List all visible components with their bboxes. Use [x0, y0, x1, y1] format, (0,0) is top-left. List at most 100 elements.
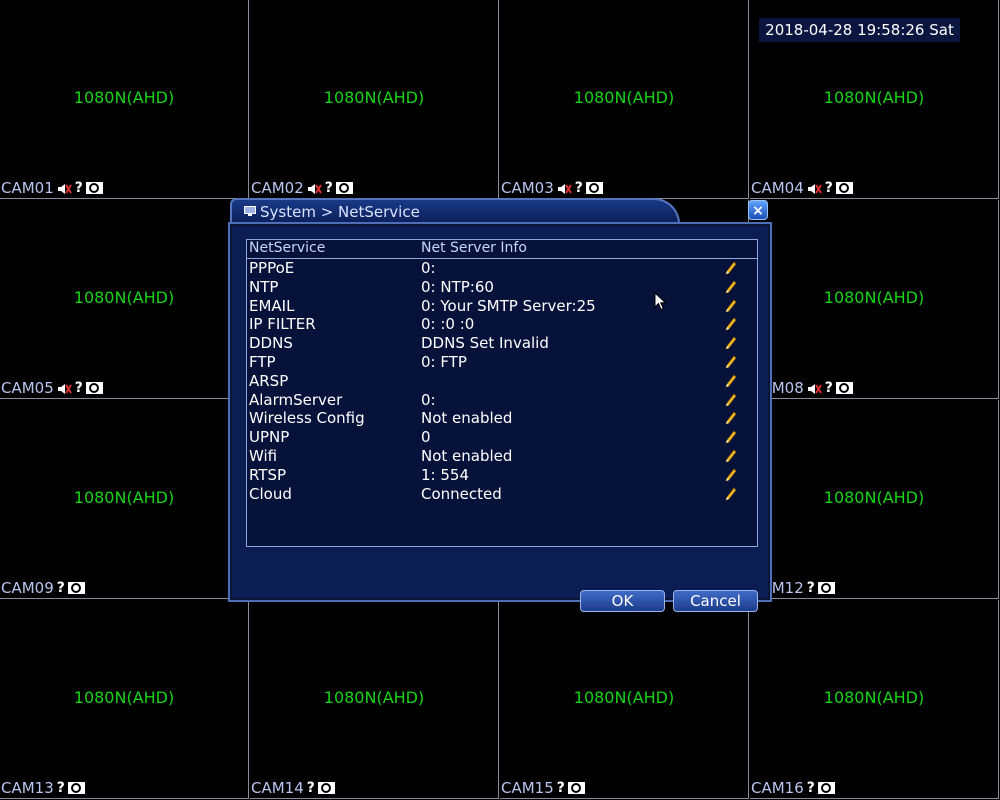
no-video-icon: ? — [574, 180, 583, 196]
list-item[interactable]: AlarmServer 0: — [247, 391, 757, 410]
service-name: UPNP — [249, 428, 290, 447]
camera-label: CAM14? — [251, 779, 335, 797]
list-item[interactable]: DDNS DDNS Set Invalid — [247, 334, 757, 353]
list-item[interactable]: RTSP 1: 554 — [247, 466, 757, 485]
edit-pencil-icon[interactable] — [725, 355, 737, 369]
edit-pencil-icon[interactable] — [725, 411, 737, 425]
no-video-icon: ? — [306, 780, 315, 796]
edit-pencil-icon[interactable] — [725, 299, 737, 313]
netservice-dialog: System > NetService × NetService Net Ser… — [228, 198, 772, 612]
list-item[interactable]: FTP 0: FTP — [247, 353, 757, 372]
monitor-icon — [244, 206, 256, 216]
camera-name: CAM02 — [251, 179, 304, 197]
no-video-icon: ? — [806, 780, 815, 796]
camera-tile[interactable]: 1080N(AHD) CAM12? — [750, 400, 999, 599]
resolution-label: 1080N(AHD) — [73, 488, 175, 507]
record-icon — [67, 782, 85, 794]
list-item[interactable]: PPPoE 0: — [247, 259, 757, 278]
camera-tile[interactable]: 1080N(AHD) CAM14? — [250, 600, 499, 799]
list-item[interactable]: EMAIL 0: Your SMTP Server:25 — [247, 297, 757, 316]
no-video-icon: ? — [824, 180, 833, 196]
edit-pencil-icon[interactable] — [725, 336, 737, 350]
column-header-netservice[interactable]: NetService — [249, 240, 325, 256]
edit-pencil-icon[interactable] — [725, 393, 737, 407]
service-info: 0 — [421, 428, 431, 447]
list-item[interactable]: NTP 0: NTP:60 — [247, 278, 757, 297]
service-info: 1: 554 — [421, 465, 469, 484]
camera-name: CAM03 — [501, 179, 554, 197]
service-info: Connected — [421, 484, 502, 503]
camera-name: CAM15 — [501, 779, 554, 797]
service-name: PPPoE — [249, 259, 295, 277]
service-info: 0: — [421, 259, 436, 277]
camera-tile[interactable]: 1080N(AHD) CAM02? — [250, 0, 499, 199]
record-icon — [85, 382, 103, 394]
camera-tile[interactable]: 1080N(AHD) CAM01? — [0, 0, 249, 199]
camera-label: CAM13? — [1, 779, 85, 797]
service-name: Wifi — [249, 446, 278, 465]
camera-tile[interactable]: 1080N(AHD) CAM13? — [0, 600, 249, 799]
record-icon — [335, 182, 353, 194]
camera-name: CAM16 — [751, 779, 804, 797]
resolution-label: 1080N(AHD) — [823, 688, 925, 707]
resolution-label: 1080N(AHD) — [823, 488, 925, 507]
camera-label: CAM15? — [501, 779, 585, 797]
edit-pencil-icon[interactable] — [725, 280, 737, 294]
camera-label: CAM02? — [251, 179, 353, 197]
cancel-button[interactable]: Cancel — [673, 590, 758, 612]
edit-pencil-icon[interactable] — [725, 487, 737, 501]
edit-pencil-icon[interactable] — [725, 317, 737, 331]
dialog-title: System > NetService — [260, 203, 420, 221]
record-icon — [85, 182, 103, 194]
list-item[interactable]: ARSP — [247, 372, 757, 391]
camera-tile[interactable]: 1080N(AHD) CAM03? — [500, 0, 749, 199]
camera-tile[interactable]: 1080N(AHD) CAM16? — [750, 600, 999, 799]
no-video-icon: ? — [74, 180, 83, 196]
dialog-body: NetService Net Server Info PPPoE 0: NTP 0: … — [228, 222, 772, 612]
list-item[interactable]: Wifi Not enabled — [247, 447, 757, 466]
camera-tile[interactable]: 1080N(AHD) CAM15? — [500, 600, 749, 799]
audio-muted-icon — [807, 381, 822, 395]
resolution-label: 1080N(AHD) — [823, 288, 925, 307]
list-item[interactable]: UPNP 0 — [247, 428, 757, 447]
no-video-icon: ? — [74, 380, 83, 396]
no-video-icon: ? — [56, 780, 65, 796]
camera-name: CAM13 — [1, 779, 54, 797]
close-button[interactable]: × — [748, 200, 768, 220]
edit-pencil-icon[interactable] — [725, 449, 737, 463]
record-icon — [317, 782, 335, 794]
edit-pencil-icon[interactable] — [725, 374, 737, 388]
ok-button[interactable]: OK — [580, 590, 665, 612]
edit-pencil-icon[interactable] — [725, 261, 737, 275]
service-name: Cloud — [249, 484, 292, 503]
service-info: Not enabled — [421, 409, 513, 428]
camera-tile[interactable]: 1080N(AHD) CAM05? — [0, 200, 249, 399]
record-icon — [567, 782, 585, 794]
camera-tile[interactable]: 1080N(AHD) CAM09? — [0, 400, 249, 599]
list-item[interactable]: IP FILTER 0: :0 :0 — [247, 315, 757, 334]
list-header: NetService Net Server Info — [247, 240, 757, 259]
edit-pencil-icon[interactable] — [725, 468, 737, 482]
camera-name: CAM14 — [251, 779, 304, 797]
camera-name: CAM05 — [1, 379, 54, 397]
camera-label: CAM05? — [1, 379, 103, 397]
list-item[interactable]: Cloud Connected — [247, 485, 757, 504]
audio-muted-icon — [57, 381, 72, 395]
camera-name: CAM09 — [1, 579, 54, 597]
audio-muted-icon — [557, 181, 572, 195]
service-name: AlarmServer — [249, 390, 343, 409]
service-name: FTP — [249, 352, 276, 371]
column-header-info[interactable]: Net Server Info — [421, 240, 527, 256]
edit-pencil-icon[interactable] — [725, 430, 737, 444]
record-icon — [585, 182, 603, 194]
resolution-label: 1080N(AHD) — [573, 688, 675, 707]
camera-tile[interactable]: 1080N(AHD) CAM08? — [750, 200, 999, 399]
audio-muted-icon — [307, 181, 322, 195]
no-video-icon: ? — [324, 180, 333, 196]
no-video-icon: ? — [824, 380, 833, 396]
camera-name: CAM04 — [751, 179, 804, 197]
list-item[interactable]: Wireless Config Not enabled — [247, 409, 757, 428]
resolution-label: 1080N(AHD) — [573, 88, 675, 107]
service-name: ARSP — [249, 371, 289, 390]
camera-label: CAM03? — [501, 179, 603, 197]
